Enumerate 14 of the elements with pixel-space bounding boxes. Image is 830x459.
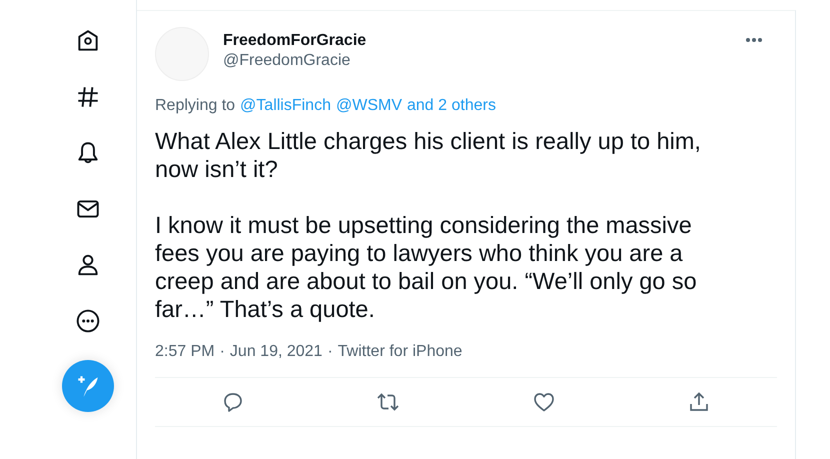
more-circle-icon[interactable] xyxy=(75,308,101,334)
tweet-source[interactable]: Twitter for iPhone xyxy=(338,343,462,361)
tweet-time[interactable]: 2:57 PM xyxy=(155,343,215,361)
user-handle: @FreedomGracie xyxy=(223,51,352,71)
display-name[interactable]: FreedomForGracie xyxy=(223,31,366,51)
tweet-date[interactable]: Jun 19, 2021 xyxy=(230,343,322,361)
separator-dot: · xyxy=(327,343,333,361)
tweet-text: I know it must be upsetting considering the massive fees you are paying to lawyers who think you are a creep and are about to bail on you. “We’ll only go so far…” That’s a quote. xyxy=(155,211,698,323)
tweet-text: What Alex Little charges his client is really up to him, now isn’t it? xyxy=(155,127,702,183)
replying-label: Replying to xyxy=(155,97,236,115)
compose-button[interactable] xyxy=(62,360,114,412)
more-icon[interactable] xyxy=(745,37,763,43)
heart-icon[interactable] xyxy=(532,390,556,414)
separator-dot: · xyxy=(220,343,225,361)
